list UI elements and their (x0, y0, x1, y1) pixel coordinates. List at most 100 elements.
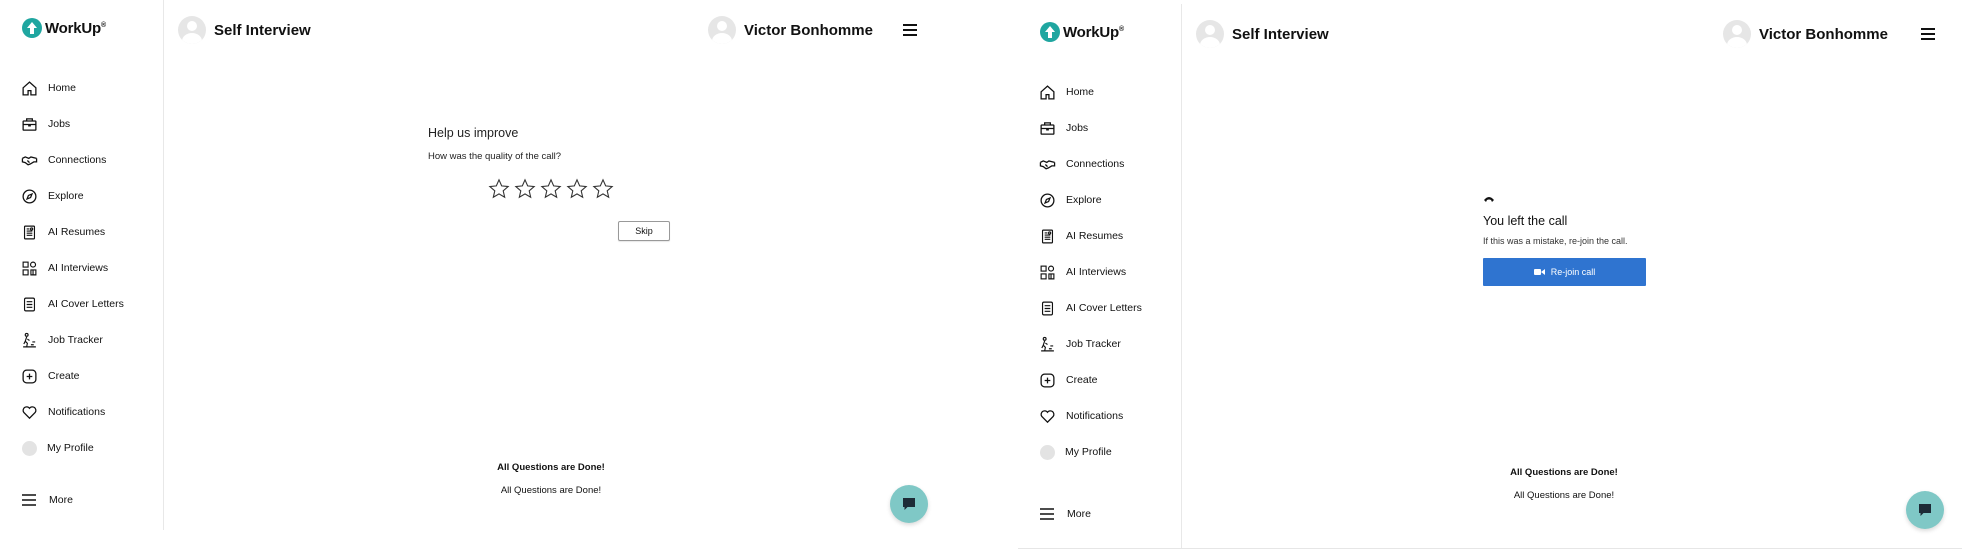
more-button[interactable]: More (21, 492, 73, 508)
sidebar-item-label: AI Cover Letters (48, 298, 124, 310)
more-label: More (49, 494, 73, 506)
compass-icon (1040, 192, 1055, 208)
home-icon (22, 80, 37, 96)
sidebar-item-ai-interviews[interactable]: AI Interviews (21, 250, 161, 286)
chat-button[interactable] (890, 485, 928, 523)
workup-logo[interactable]: WorkUp® (1039, 21, 1124, 43)
home-icon (1040, 84, 1055, 100)
left-call-panel: You left the call If this was a mistake,… (1483, 195, 1653, 286)
sidebar-item-label: Job Tracker (48, 334, 103, 346)
rejoin-call-label: Re-join call (1550, 267, 1596, 277)
workup-logo[interactable]: WorkUp® (21, 17, 106, 39)
status-text-bold: All Questions are Done! (1510, 467, 1618, 478)
sidebar-item-label: My Profile (1065, 446, 1112, 458)
sidebar-item-label: Notifications (1066, 410, 1124, 422)
user-name: Victor Bonhomme (744, 21, 873, 39)
top-header: Self Interview Victor Bonhomme (164, 0, 944, 62)
sidebar-item-label: Notifications (48, 406, 106, 418)
bottom-strip (0, 530, 1018, 549)
sidebar-item-jobs[interactable]: Jobs (1039, 110, 1179, 146)
user-avatar (1723, 20, 1751, 48)
sidebar-item-label: Jobs (48, 118, 71, 130)
star-icon[interactable] (566, 178, 588, 200)
sidebar-item-ai-cover-letters[interactable]: AI Cover Letters (21, 286, 161, 322)
heart-icon (1040, 409, 1055, 423)
sidebar: WorkUp® Home Jobs Connections Explore AI… (0, 0, 164, 530)
status-text: All Questions are Done! (500, 485, 602, 496)
briefcase-icon (1040, 121, 1055, 135)
sidebar-item-label: My Profile (47, 442, 94, 454)
interview-icon (22, 261, 37, 275)
user-menu[interactable]: Victor Bonhomme (1723, 20, 1888, 48)
sidebar-item-label: AI Interviews (1066, 266, 1127, 278)
top-header: Self Interview Victor Bonhomme (1182, 4, 1962, 66)
star-icon[interactable] (540, 178, 562, 200)
avatar-icon (22, 440, 37, 456)
status-message: All Questions are Done! All Questions ar… (431, 462, 671, 496)
tracker-icon (1041, 336, 1054, 351)
sidebar-item-explore[interactable]: Explore (1039, 182, 1179, 218)
status-text-bold: All Questions are Done! (497, 462, 605, 473)
sidebar-item-jobs[interactable]: Jobs (21, 106, 161, 142)
skip-button[interactable]: Skip (618, 221, 670, 241)
sidebar-item-label: Connections (1066, 158, 1125, 170)
sidebar-nav: Home Jobs Connections Explore AI Resumes… (1039, 74, 1179, 470)
rejoin-call-button[interactable]: Re-join call (1483, 258, 1646, 286)
star-icon[interactable] (514, 178, 536, 200)
phone-hangup-icon (1484, 197, 1494, 202)
feedback-card: Help us improve How was the quality of t… (428, 126, 670, 241)
resume-icon (23, 225, 36, 239)
sidebar-item-ai-resumes[interactable]: AI Resumes (1039, 218, 1179, 254)
sidebar-item-connections[interactable]: Connections (21, 142, 161, 178)
sidebar-item-create[interactable]: Create (1039, 362, 1179, 398)
sidebar-item-my-profile[interactable]: My Profile (1039, 434, 1179, 470)
plus-square-icon (22, 368, 37, 384)
plus-square-icon (1040, 372, 1055, 388)
user-avatar (708, 16, 736, 44)
interview-avatar (1196, 20, 1224, 48)
sidebar-nav: Home Jobs Connections Explore AI Resumes… (21, 70, 161, 466)
sidebar-item-notifications[interactable]: Notifications (1039, 398, 1179, 434)
header-title-group: Self Interview (178, 16, 311, 44)
heart-icon (22, 405, 37, 419)
sidebar-item-label: Explore (48, 190, 84, 202)
sidebar-item-create[interactable]: Create (21, 358, 161, 394)
sidebar-item-ai-interviews[interactable]: AI Interviews (1039, 254, 1179, 290)
resume-icon (1041, 229, 1054, 243)
sidebar-item-job-tracker[interactable]: Job Tracker (1039, 326, 1179, 362)
hamburger-menu-button[interactable] (903, 24, 917, 36)
sidebar-item-explore[interactable]: Explore (21, 178, 161, 214)
logo-text: WorkUp® (1063, 23, 1124, 41)
sidebar-item-job-tracker[interactable]: Job Tracker (21, 322, 161, 358)
right-screen: WorkUp® Home Jobs Connections Explore AI… (1018, 0, 1962, 549)
sidebar-item-ai-resumes[interactable]: AI Resumes (21, 214, 161, 250)
more-button[interactable]: More (1039, 506, 1091, 522)
sidebar-item-my-profile[interactable]: My Profile (21, 430, 161, 466)
sidebar-item-home[interactable]: Home (1039, 74, 1179, 110)
hamburger-menu-button[interactable] (1921, 28, 1935, 40)
user-menu[interactable]: Victor Bonhomme (708, 16, 873, 44)
sidebar-item-home[interactable]: Home (21, 70, 161, 106)
header-title-group: Self Interview (1196, 20, 1329, 48)
sidebar-item-label: Home (48, 82, 77, 94)
star-icon[interactable] (592, 178, 614, 200)
workup-logo-icon (1040, 22, 1060, 42)
logo-text: WorkUp® (45, 19, 106, 37)
document-icon (1041, 301, 1054, 315)
sidebar-item-notifications[interactable]: Notifications (21, 394, 161, 430)
sidebar-item-connections[interactable]: Connections (1039, 146, 1179, 182)
sidebar: WorkUp® Home Jobs Connections Explore AI… (1018, 4, 1182, 548)
sidebar-item-ai-cover-letters[interactable]: AI Cover Letters (1039, 290, 1179, 326)
handshake-icon (1039, 159, 1056, 169)
sidebar-item-label: AI Cover Letters (1066, 302, 1142, 314)
chat-button[interactable] (1906, 491, 1944, 529)
video-camera-icon (1533, 269, 1545, 275)
left-call-title: You left the call (1483, 214, 1568, 228)
star-icon[interactable] (488, 178, 510, 200)
sidebar-item-label: AI Resumes (1066, 230, 1124, 242)
compass-icon (22, 188, 37, 204)
avatar-icon (1040, 444, 1055, 460)
sidebar-item-label: Job Tracker (1066, 338, 1121, 350)
handshake-icon (21, 155, 38, 165)
sidebar-item-label: AI Interviews (48, 262, 109, 274)
